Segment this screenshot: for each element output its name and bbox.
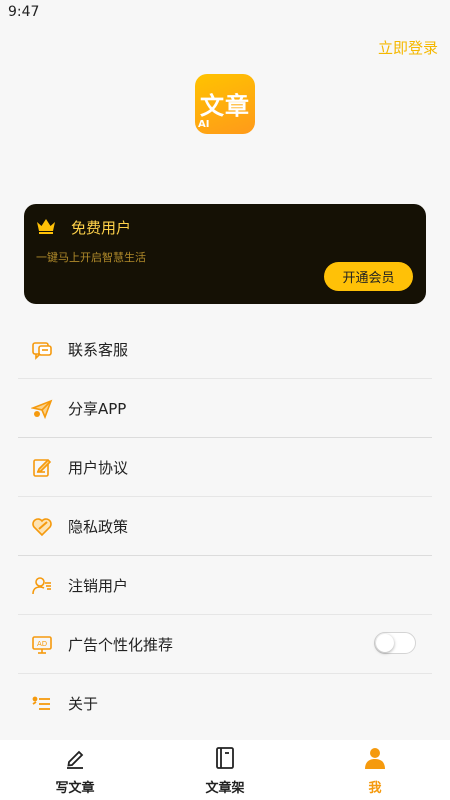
customer-service-icon [32,342,52,360]
login-link[interactable]: 立即登录 [378,37,438,58]
menu-item-user-agreement[interactable]: 用户协议 [18,438,432,497]
agreement-icon [33,458,52,477]
ad-personalization-toggle[interactable] [374,632,416,654]
menu-item-privacy-policy[interactable]: 隐私政策 [18,497,432,556]
member-title: 免费用户 [71,219,132,237]
tab-label: 写文章 [55,781,95,796]
logo-text: 文章 [200,91,250,120]
logo-ai-badge: AI [198,119,210,130]
book-icon [216,747,234,769]
tab-write-article[interactable]: 写文章 [0,740,150,800]
tab-me[interactable]: 我 [300,740,450,800]
about-icon [32,696,50,710]
menu-item-share-app[interactable]: 分享APP [18,379,432,438]
menu-item-ad-personalization: AD 广告个性化推荐 [18,615,432,674]
menu-item-label: 分享APP [68,400,127,418]
open-membership-button[interactable]: 开通会员 [324,262,413,291]
tab-label: 文章架 [205,781,245,796]
menu-item-label: 关于 [68,695,99,713]
ad-icon: AD [32,636,52,654]
menu-item-about[interactable]: 关于 [18,674,432,732]
privacy-icon [32,518,52,537]
delete-user-icon [32,577,51,595]
menu-item-delete-user[interactable]: 注销用户 [18,556,432,615]
bottom-tab-bar: 写文章 文章架 我 [0,740,450,800]
status-time: 9:47 [8,4,40,20]
tab-article-shelf[interactable]: 文章架 [150,740,300,800]
pen-icon [67,750,84,769]
member-subtitle: 一键马上开启智慧生活 [36,251,146,264]
user-icon [365,748,385,769]
svg-text:AD: AD [37,640,47,648]
menu-item-label: 隐私政策 [68,518,129,536]
toggle-knob [376,634,394,652]
crown-icon [37,219,55,234]
menu-item-label: 广告个性化推荐 [68,636,174,654]
app-logo: 文章 AI [195,74,255,134]
menu-item-label: 注销用户 [68,577,129,595]
settings-menu: 联系客服 分享APP 用户协议 隐私政策 注销用户 AD 广告个性化推荐 关于 [0,320,450,732]
member-card: 免费用户 一键马上开启智慧生活 开通会员 [24,204,426,304]
share-icon [31,399,53,420]
menu-item-label: 联系客服 [68,341,129,359]
status-bar: 9:47 [0,0,450,26]
menu-item-customer-service[interactable]: 联系客服 [18,320,432,379]
tab-label: 我 [368,781,382,796]
menu-item-label: 用户协议 [68,459,129,477]
